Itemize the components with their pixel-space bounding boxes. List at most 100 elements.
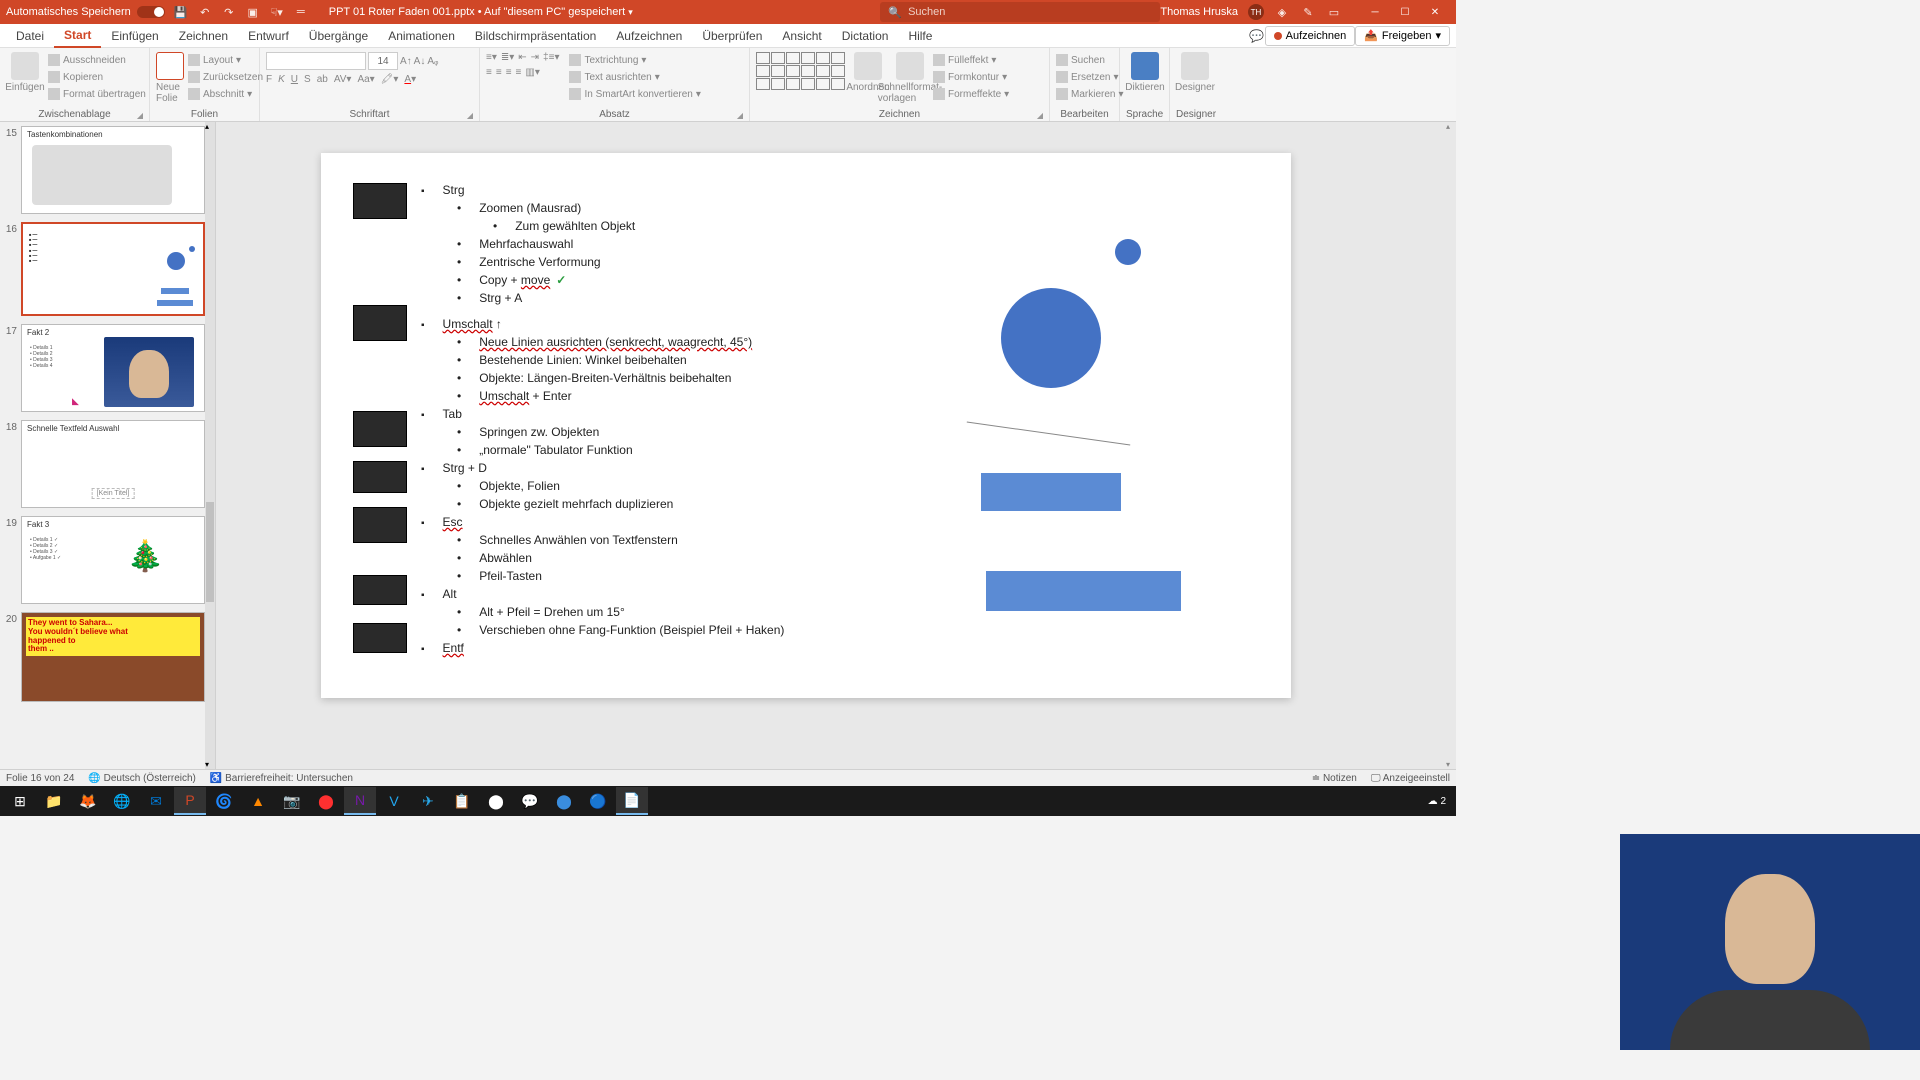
paste-button[interactable]: Einfügen <box>6 52 44 93</box>
redo-icon[interactable]: ↷ <box>221 4 237 20</box>
tab-ansicht[interactable]: Ansicht <box>772 24 831 48</box>
spacing-button[interactable]: AV▾ <box>334 74 352 85</box>
new-slide-button[interactable]: Neue Folie <box>156 52 184 104</box>
text-direction-button[interactable]: Textrichtung ▾ <box>569 52 700 68</box>
system-tray[interactable]: ☁ 2 <box>1428 796 1452 807</box>
shape-outline-button[interactable]: Formkontur ▾ <box>933 69 1009 85</box>
font-color-button[interactable]: A▾ <box>404 74 416 85</box>
slide-thumbnail-19[interactable]: Fakt 3 🎄 • Details 1 ✓• Details 2 ✓• Det… <box>21 516 205 604</box>
justify-button[interactable]: ≡ <box>516 67 522 78</box>
tab-animationen[interactable]: Animationen <box>378 24 465 48</box>
notes-button[interactable]: ≐ Notizen <box>1312 773 1357 784</box>
window-icon[interactable]: ▭ <box>1326 4 1342 20</box>
present-icon[interactable]: ▣ <box>245 4 261 20</box>
tab-zeichnen[interactable]: Zeichnen <box>169 24 238 48</box>
align-right-button[interactable]: ≡ <box>506 67 512 78</box>
tab-datei[interactable]: Datei <box>6 24 54 48</box>
minimize-button[interactable]: ─ <box>1360 0 1390 24</box>
numbering-button[interactable]: ≣▾ <box>501 52 514 63</box>
columns-button[interactable]: ▥▾ <box>525 67 539 78</box>
vscode-icon[interactable]: V <box>378 787 410 815</box>
italic-button[interactable]: K <box>278 74 285 85</box>
shrink-font-button[interactable]: A↓ <box>414 53 426 69</box>
app-icon-4[interactable]: 📋 <box>446 787 478 815</box>
pen-icon[interactable]: ✎ <box>1300 4 1316 20</box>
slide-counter[interactable]: Folie 16 von 24 <box>6 773 74 784</box>
comments-icon[interactable]: 💬 <box>1249 28 1265 44</box>
cut-button[interactable]: Ausschneiden <box>48 52 146 68</box>
reset-button[interactable]: Zurücksetzen <box>188 69 263 85</box>
tab-entwurf[interactable]: Entwurf <box>238 24 299 48</box>
replace-button[interactable]: Ersetzen ▾ <box>1056 69 1124 85</box>
slide-thumbnail-17[interactable]: Fakt 2 • Details 1• Details 2• Details 3… <box>21 324 205 412</box>
vlc-icon[interactable]: ▲ <box>242 787 274 815</box>
copy-button[interactable]: Kopieren <box>48 69 146 85</box>
shape-fill-button[interactable]: Fülleffekt ▾ <box>933 52 1009 68</box>
shapes-gallery[interactable] <box>756 52 845 90</box>
bold-button[interactable]: F <box>266 74 272 85</box>
tab-aufzeichnen[interactable]: Aufzeichnen <box>606 24 692 48</box>
app-icon-8[interactable]: 📄 <box>616 787 648 815</box>
font-family-select[interactable] <box>266 52 366 70</box>
case-button[interactable]: Aa▾ <box>357 74 374 85</box>
powerpoint-icon[interactable]: P <box>174 787 206 815</box>
app-icon[interactable]: 🌀 <box>208 787 240 815</box>
shape-rectangle-1[interactable] <box>981 473 1121 511</box>
find-button[interactable]: Suchen <box>1056 52 1124 68</box>
record-button[interactable]: Aufzeichnen <box>1265 26 1356 46</box>
obs-icon[interactable]: ⬤ <box>480 787 512 815</box>
tab-start[interactable]: Start <box>54 24 101 48</box>
format-painter-button[interactable]: Format übertragen <box>48 86 146 102</box>
autosave-toggle[interactable]: Automatisches Speichern <box>6 6 165 18</box>
share-button[interactable]: 📤 Freigeben ▾ <box>1355 26 1450 46</box>
onenote-icon[interactable]: N <box>344 787 376 815</box>
tab-uebergaenge[interactable]: Übergänge <box>299 24 378 48</box>
tab-bildschirm[interactable]: Bildschirmpräsentation <box>465 24 606 48</box>
shape-line[interactable] <box>967 422 1131 446</box>
close-button[interactable]: ✕ <box>1420 0 1450 24</box>
touch-icon[interactable]: ☟▾ <box>269 4 285 20</box>
clipboard-launcher[interactable]: ◢ <box>137 111 143 120</box>
highlight-button[interactable]: 🖍▾ <box>381 74 399 85</box>
align-center-button[interactable]: ≡ <box>496 67 502 78</box>
dictate-button[interactable]: Diktieren <box>1126 52 1164 93</box>
grow-font-button[interactable]: A↑ <box>400 53 412 69</box>
slide-canvas[interactable]: Strg Zoomen (Mausrad) Zum gewählten Obje… <box>216 122 1456 769</box>
display-settings-button[interactable]: 🖵 Anzeigeeinstell <box>1371 773 1450 784</box>
align-left-button[interactable]: ≡ <box>486 67 492 78</box>
indent-inc-button[interactable]: ⇥ <box>531 52 539 63</box>
slide-thumbnail-15[interactable]: Tastenkombinationen <box>21 126 205 214</box>
smartart-button[interactable]: In SmartArt konvertieren ▾ <box>569 86 700 102</box>
chrome-icon[interactable]: 🌐 <box>106 787 138 815</box>
thumbnails-scrollbar[interactable]: ▴ ▾ <box>205 122 215 769</box>
app-icon-5[interactable]: 💬 <box>514 787 546 815</box>
shape-circle-large[interactable] <box>1001 288 1101 388</box>
shape-effects-button[interactable]: Formeffekte ▾ <box>933 86 1009 102</box>
align-text-button[interactable]: Text ausrichten ▾ <box>569 69 700 85</box>
language-indicator[interactable]: 🌐 Deutsch (Österreich) <box>88 773 195 784</box>
maximize-button[interactable]: ☐ <box>1390 0 1420 24</box>
search-input[interactable] <box>908 6 1152 18</box>
slide-thumbnail-16[interactable]: ■ ━━■ ━━■ ━━■ ━━■ ━━■ ━━ <box>21 222 205 316</box>
designer-button[interactable]: Designer <box>1176 52 1214 93</box>
explorer-icon[interactable]: 📁 <box>38 787 70 815</box>
shadow-button[interactable]: ab <box>317 74 328 85</box>
indent-dec-button[interactable]: ⇤ <box>518 52 526 63</box>
app-icon-7[interactable]: 🔵 <box>582 787 614 815</box>
bullets-button[interactable]: ≡▾ <box>486 52 497 63</box>
diamond-icon[interactable]: ◈ <box>1274 4 1290 20</box>
tab-hilfe[interactable]: Hilfe <box>898 24 942 48</box>
accessibility-indicator[interactable]: ♿ Barrierefreiheit: Untersuchen <box>210 773 353 784</box>
firefox-icon[interactable]: 🦊 <box>72 787 104 815</box>
paragraph-launcher[interactable]: ◢ <box>737 111 743 120</box>
shape-rectangle-2[interactable] <box>986 571 1181 611</box>
tab-ueberpruefen[interactable]: Überprüfen <box>692 24 772 48</box>
weather-icon[interactable]: ☁ 2 <box>1428 796 1446 807</box>
outlook-icon[interactable]: ✉ <box>140 787 172 815</box>
select-button[interactable]: Markieren ▾ <box>1056 86 1124 102</box>
line-spacing-button[interactable]: ‡≡▾ <box>543 52 559 63</box>
slide-thumbnail-20[interactable]: They went to Sahara...You wouldn´t belie… <box>21 612 205 702</box>
section-button[interactable]: Abschnitt ▾ <box>188 86 263 102</box>
user-name[interactable]: Thomas Hruska <box>1160 6 1238 18</box>
font-launcher[interactable]: ◢ <box>467 111 473 120</box>
